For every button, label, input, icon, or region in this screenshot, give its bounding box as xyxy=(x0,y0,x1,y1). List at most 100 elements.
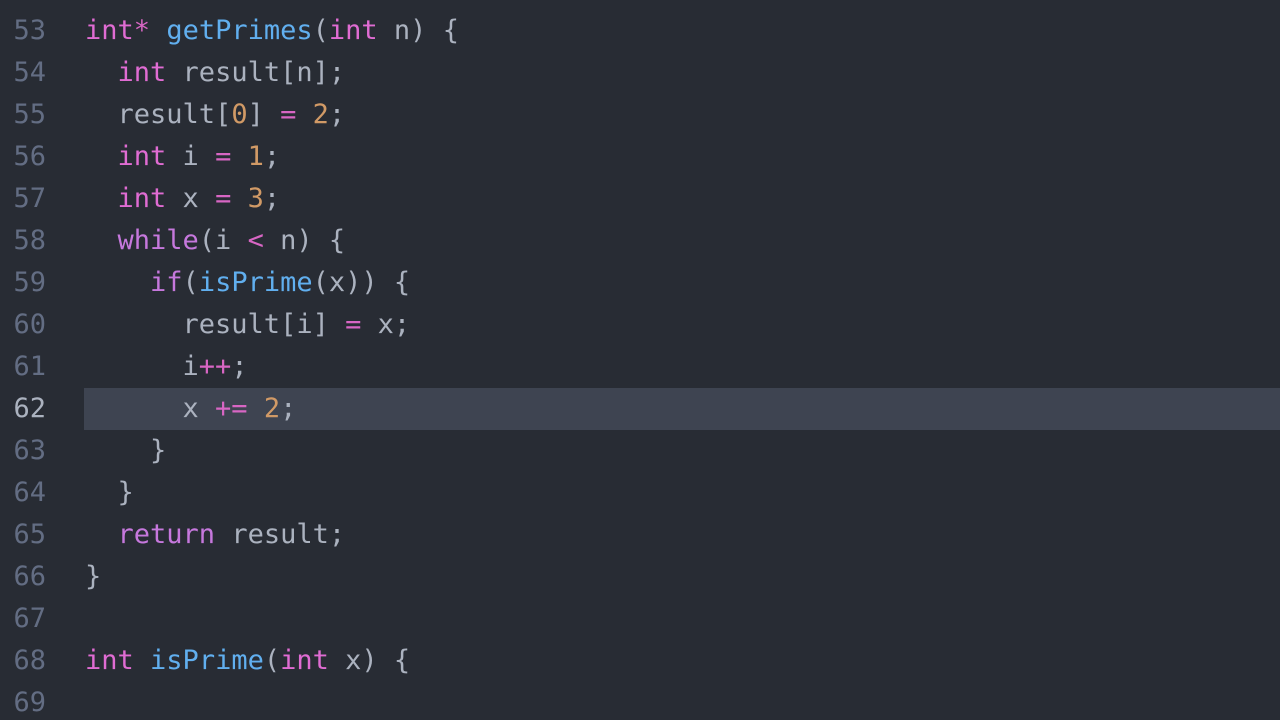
code-token-plain: n) { xyxy=(263,225,346,256)
code-token-plain: (i xyxy=(198,225,248,256)
code-line-content[interactable]: while(i < n) { xyxy=(85,220,346,262)
code-token-operator: = xyxy=(215,183,232,214)
line-number[interactable]: 54 xyxy=(0,52,84,94)
code-token-function: isPrime xyxy=(198,267,313,298)
code-line[interactable]: 56 int i = 1; xyxy=(0,136,1280,178)
code-token-plain: } xyxy=(85,561,102,592)
code-token-type: int xyxy=(117,57,167,88)
code-token-number: 2 xyxy=(312,99,329,130)
code-line-content[interactable]: int result[n]; xyxy=(85,52,346,94)
code-token-type: int xyxy=(85,15,134,46)
code-line-content[interactable]: return result; xyxy=(85,514,346,556)
code-token-plain: ; xyxy=(280,393,297,424)
line-number[interactable]: 56 xyxy=(0,136,84,178)
active-line-highlight xyxy=(84,682,1280,720)
code-editor[interactable]: 53 int* getPrimes(int n) {54 int result[n… xyxy=(0,0,1280,720)
code-line[interactable]: 63 } xyxy=(0,430,1280,472)
line-number[interactable]: 58 xyxy=(0,220,84,262)
code-token-plain: ; xyxy=(231,351,248,382)
code-line-content[interactable]: x += 2; xyxy=(85,388,297,430)
code-line-content[interactable]: int isPrime(int x) { xyxy=(85,640,410,682)
code-token-plain: result[n]; xyxy=(166,57,346,88)
code-line-content[interactable]: } xyxy=(85,430,166,472)
code-token-operator: = xyxy=(215,141,232,172)
line-number[interactable]: 62 xyxy=(0,388,84,430)
code-token-type: int xyxy=(117,183,167,214)
code-line-content[interactable]: result[i] = x; xyxy=(85,304,411,346)
code-token-plain: n) { xyxy=(377,15,459,46)
line-number[interactable]: 61 xyxy=(0,346,84,388)
line-number[interactable]: 63 xyxy=(0,430,84,472)
code-line-content[interactable]: result[0] = 2; xyxy=(85,94,346,136)
code-line-content[interactable]: } xyxy=(85,472,134,514)
code-line[interactable]: 69 xyxy=(0,682,1280,720)
active-line-highlight xyxy=(84,472,1280,514)
code-line[interactable]: 65 return result; xyxy=(0,514,1280,556)
line-number[interactable]: 59 xyxy=(0,262,84,304)
code-line[interactable]: 53 int* getPrimes(int n) { xyxy=(0,10,1280,52)
code-token-keyword: return xyxy=(117,519,216,550)
code-token-number: 0 xyxy=(231,99,248,130)
line-number[interactable]: 65 xyxy=(0,514,84,556)
code-line-content[interactable]: i++; xyxy=(85,346,248,388)
code-token-plain: ( xyxy=(182,267,199,298)
code-line[interactable]: 62 x += 2; xyxy=(0,388,1280,430)
code-token-plain: } xyxy=(85,435,167,466)
code-token-plain: ] xyxy=(247,99,281,130)
code-line[interactable]: 68 int isPrime(int x) { xyxy=(0,640,1280,682)
code-line[interactable]: 59 if(isPrime(x)) { xyxy=(0,262,1280,304)
code-token-operator: += xyxy=(215,393,248,424)
code-token-keyword: while xyxy=(117,225,199,256)
line-number[interactable]: 67 xyxy=(0,598,84,640)
code-token-operator: * xyxy=(133,15,151,46)
code-token-plain: result[ xyxy=(85,99,232,130)
code-line[interactable]: 60 result[i] = x; xyxy=(0,304,1280,346)
line-number[interactable]: 53 xyxy=(0,10,84,52)
code-line[interactable]: 54 int result[n]; xyxy=(0,52,1280,94)
code-token-plain: ( xyxy=(263,645,281,676)
code-line-content[interactable]: } xyxy=(85,556,101,598)
code-token-function: isPrime xyxy=(150,645,264,676)
code-line[interactable]: 57 int x = 3; xyxy=(0,178,1280,220)
line-number[interactable]: 66 xyxy=(0,556,84,598)
line-number[interactable]: 68 xyxy=(0,640,84,682)
code-token-plain: result; xyxy=(215,519,346,550)
line-number[interactable]: 57 xyxy=(0,178,84,220)
code-line[interactable]: 64 } xyxy=(0,472,1280,514)
line-number[interactable]: 64 xyxy=(0,472,84,514)
line-number[interactable]: 69 xyxy=(0,682,84,720)
code-token-plain: } xyxy=(85,477,134,508)
code-line-content[interactable]: int x = 3; xyxy=(85,178,281,220)
code-token-plain: x; xyxy=(361,309,411,340)
code-lines-container: 53 int* getPrimes(int n) {54 int result[n… xyxy=(0,10,1280,720)
code-token-type: int xyxy=(280,645,329,676)
code-token-operator: = xyxy=(280,99,297,130)
active-line-highlight xyxy=(84,430,1280,472)
code-token-operator: < xyxy=(247,225,264,256)
code-line[interactable]: 61 i++; xyxy=(0,346,1280,388)
code-token-plain: result[i] xyxy=(85,309,346,340)
code-line-content[interactable]: int* getPrimes(int n) { xyxy=(85,10,459,52)
line-number[interactable]: 55 xyxy=(0,94,84,136)
code-line[interactable]: 67 xyxy=(0,598,1280,640)
code-line-content[interactable]: int i = 1; xyxy=(85,136,281,178)
code-token-type: int xyxy=(328,15,378,46)
code-line-content[interactable]: if(isPrime(x)) { xyxy=(85,262,410,304)
code-token-number: 2 xyxy=(263,393,281,424)
code-token-number: 3 xyxy=(247,183,264,214)
code-token-plain: (x)) { xyxy=(312,267,411,298)
code-line[interactable]: 58 while(i < n) { xyxy=(0,220,1280,262)
code-token-plain: x xyxy=(166,183,216,214)
code-token-plain: ; xyxy=(328,99,346,130)
line-number[interactable]: 60 xyxy=(0,304,84,346)
code-token-plain: ; xyxy=(263,141,281,172)
code-line[interactable]: 55 result[0] = 2; xyxy=(0,94,1280,136)
code-line[interactable]: 66} xyxy=(0,556,1280,598)
